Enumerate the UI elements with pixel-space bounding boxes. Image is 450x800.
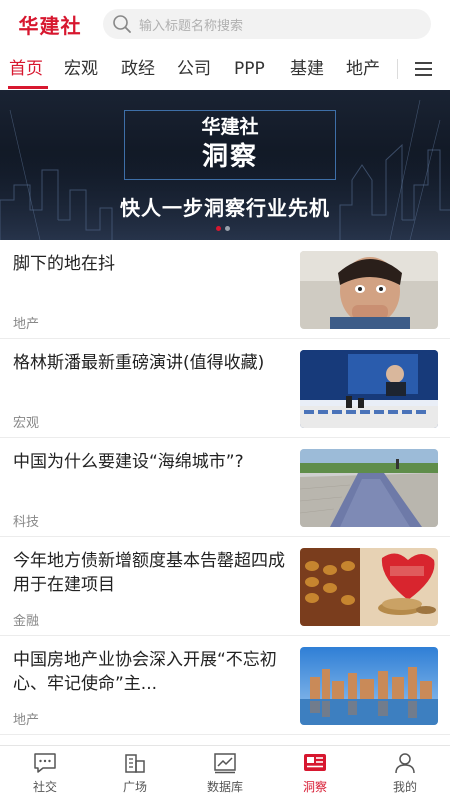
banner-carousel[interactable]: 华建社 洞察 快人一步洞察行业先机 xyxy=(0,90,450,240)
tab-real-estate[interactable]: 地产 xyxy=(346,56,380,82)
news-thumbnail xyxy=(300,251,438,329)
bottom-nav: 社交 广场 数据库 洞察 我的 xyxy=(0,745,450,800)
building-icon xyxy=(122,751,148,775)
news-title: 脚下的地在抖 xyxy=(13,254,115,274)
tab-company[interactable]: 公司 xyxy=(177,56,211,82)
news-title: 格林斯潘最新重磅演讲(值得收藏) xyxy=(13,353,265,373)
nav-plaza[interactable]: 广场 xyxy=(90,746,180,800)
news-item[interactable]: 中国房地产业协会深入开展“不忘初心、牢记使命”主... 地产 xyxy=(0,636,450,735)
banner-brand: 华建社 xyxy=(201,116,259,138)
news-thumbnail xyxy=(300,548,438,626)
category-tabs: 首页 宏观 政经 公司 PPP 基建 地产 xyxy=(0,48,450,90)
news-item[interactable]: 今年地方债新增额度基本告罄超四成用于在建项目 金融 xyxy=(0,537,450,636)
nav-social[interactable]: 社交 xyxy=(0,746,90,800)
carousel-dots xyxy=(216,226,230,231)
chart-icon xyxy=(212,751,238,775)
search-icon xyxy=(107,9,137,39)
active-tab-indicator xyxy=(8,86,48,89)
app-logo: 华建社 xyxy=(18,13,82,38)
nav-mine[interactable]: 我的 xyxy=(360,746,450,800)
nav-database[interactable]: 数据库 xyxy=(180,746,270,800)
menu-icon[interactable] xyxy=(405,54,441,84)
person-icon xyxy=(392,751,418,775)
nav-label: 广场 xyxy=(122,780,147,794)
news-thumbnail xyxy=(300,647,438,725)
news-title: 中国房地产业协会深入开展“不忘初心、牢记使命”主... xyxy=(13,650,277,694)
news-thumbnail xyxy=(300,350,438,428)
banner-slogan: 快人一步洞察行业先机 xyxy=(120,196,330,220)
news-category: 地产 xyxy=(13,713,40,728)
nav-label: 社交 xyxy=(32,780,57,794)
tab-home[interactable]: 首页 xyxy=(9,56,43,82)
news-category: 金融 xyxy=(13,614,40,629)
insight-icon xyxy=(302,751,328,775)
nav-label: 数据库 xyxy=(206,780,243,794)
tab-infrastructure[interactable]: 基建 xyxy=(290,56,324,82)
nav-label: 洞察 xyxy=(302,780,327,794)
header: 华建社 输入标题名称搜索 xyxy=(0,0,450,48)
chat-icon xyxy=(32,751,58,775)
news-category: 科技 xyxy=(13,515,40,530)
nav-label: 我的 xyxy=(392,780,417,794)
news-item[interactable]: 中国为什么要建设“海绵城市”? 科技 xyxy=(0,438,450,537)
tab-divider xyxy=(397,59,398,79)
search-bar[interactable]: 输入标题名称搜索 xyxy=(103,9,431,39)
news-category: 地产 xyxy=(13,317,40,332)
tab-politics-economy[interactable]: 政经 xyxy=(121,56,155,82)
news-thumbnail xyxy=(300,449,438,527)
news-item[interactable]: 格林斯潘最新重磅演讲(值得收藏) 宏观 xyxy=(0,339,450,438)
tab-macro[interactable]: 宏观 xyxy=(64,56,98,82)
tab-ppp[interactable]: PPP xyxy=(234,56,265,82)
carousel-dot-2[interactable] xyxy=(225,226,230,231)
news-category: 宏观 xyxy=(13,416,40,431)
nav-insight[interactable]: 洞察 xyxy=(270,746,360,800)
search-placeholder: 输入标题名称搜索 xyxy=(139,18,244,34)
tab-strip: 首页 宏观 政经 公司 PPP 基建 地产 xyxy=(0,48,392,90)
carousel-dot-1[interactable] xyxy=(216,226,221,231)
news-title: 今年地方债新增额度基本告罄超四成用于在建项目 xyxy=(13,551,285,595)
banner-title: 洞察 xyxy=(201,142,258,172)
news-item[interactable]: 脚下的地在抖 地产 xyxy=(0,240,450,339)
news-title: 中国为什么要建设“海绵城市”? xyxy=(13,452,244,472)
